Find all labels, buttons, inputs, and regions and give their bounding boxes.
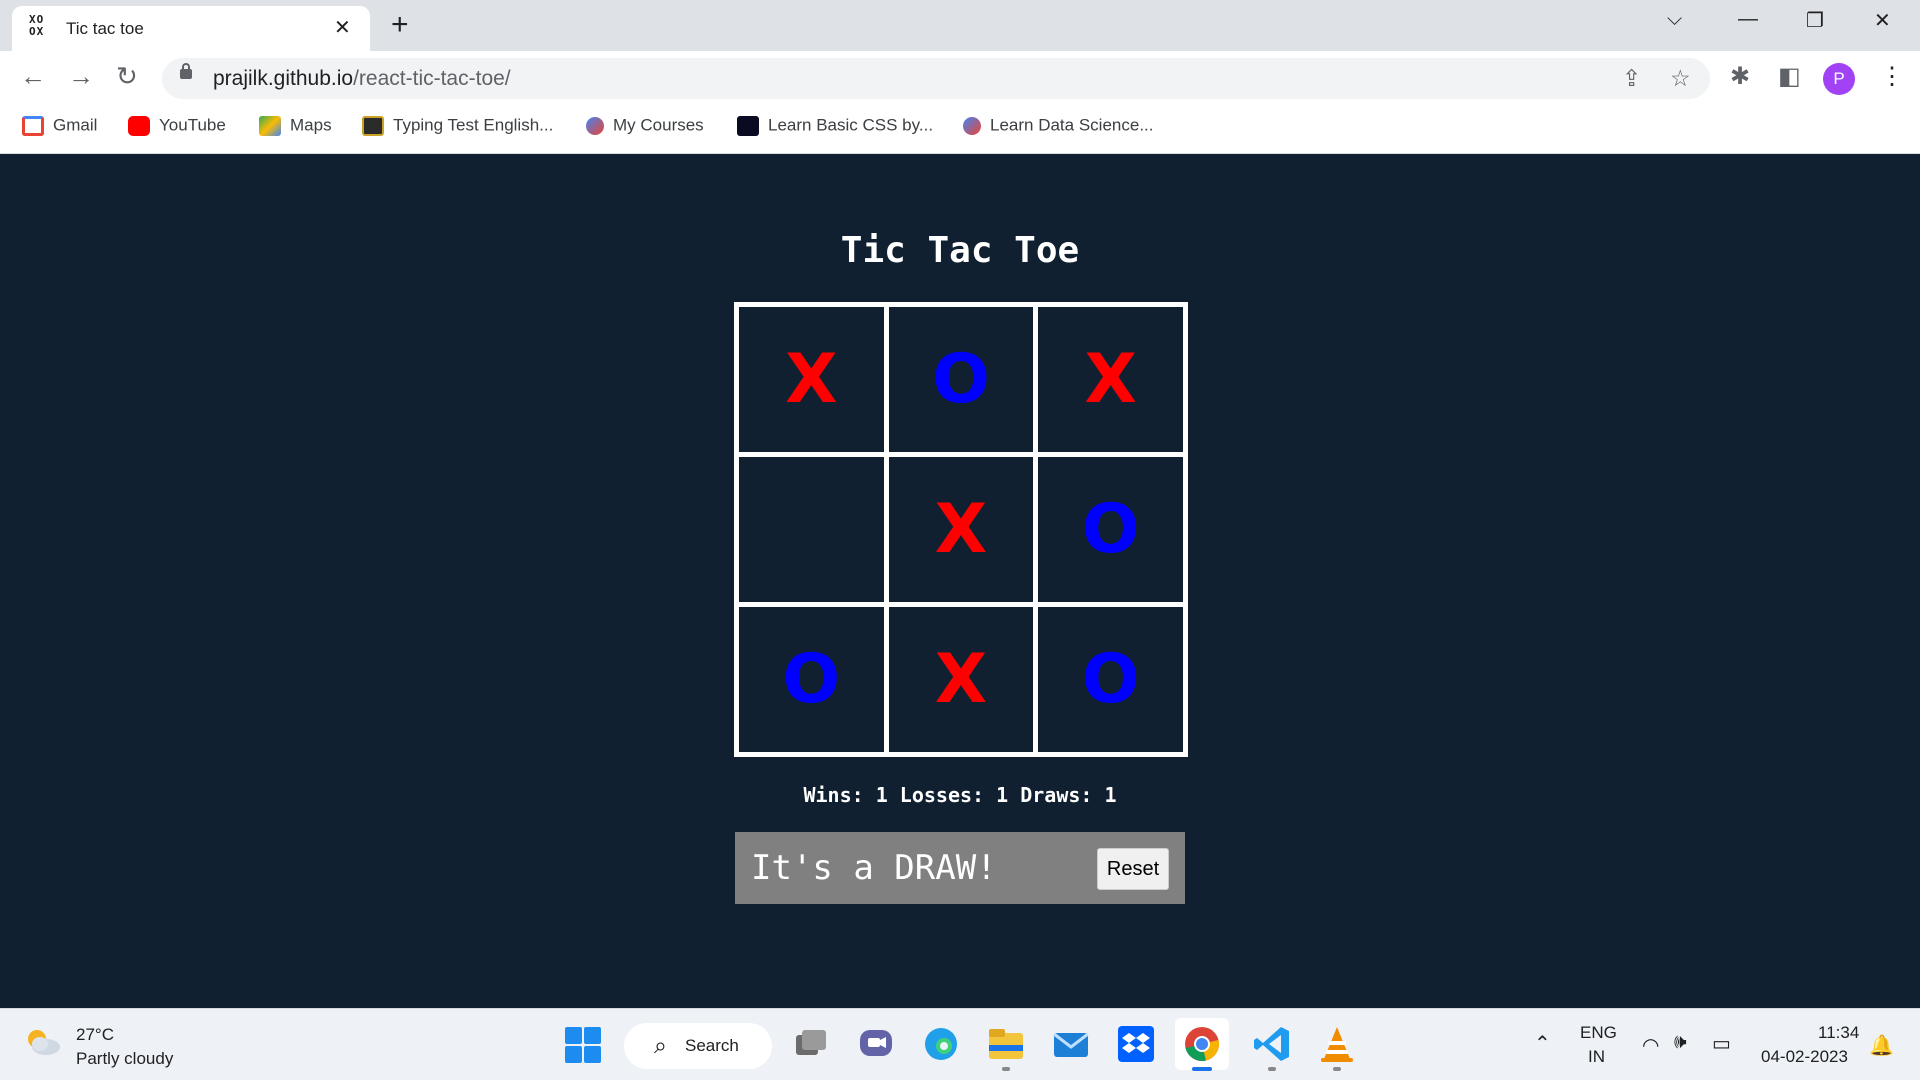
volume-icon[interactable]: 🕪	[1674, 1031, 1687, 1054]
page-title: Tic Tac Toe	[840, 230, 1080, 271]
file-explorer-running-indicator	[1002, 1067, 1010, 1071]
bookmark-my-courses[interactable]: My Courses	[586, 115, 704, 141]
score-text: Wins: 1 Losses: 1 Draws: 1	[803, 783, 1117, 807]
chrome-active-tile[interactable]	[1175, 1018, 1229, 1070]
address-bar[interactable]: prajilk.github.io/react-tic-tac-toe/ ⇪ ☆	[162, 58, 1710, 99]
board-cell-6[interactable]: O	[1038, 457, 1183, 602]
taskbar-search[interactable]: ⌕ Search	[624, 1023, 772, 1069]
board-cell-4[interactable]	[739, 457, 884, 602]
lock-icon[interactable]	[180, 63, 192, 79]
new-tab-button[interactable]: +	[391, 8, 409, 42]
battery-icon[interactable]: ▭	[1712, 1031, 1731, 1056]
mail-icon[interactable]	[1050, 1023, 1092, 1065]
tab-search-chevron-icon[interactable]: ⌵	[1667, 8, 1682, 31]
bookmark-gmail[interactable]: Gmail	[22, 115, 97, 141]
show-hidden-icons-chevron-icon[interactable]: ⌃	[1534, 1031, 1551, 1056]
back-arrow-icon[interactable]: ←	[20, 61, 46, 92]
share-icon[interactable]: ⇪	[1622, 65, 1641, 92]
temperature: 27°C	[76, 1025, 114, 1044]
close-tab-icon[interactable]: ✕	[334, 15, 351, 40]
browser-tab[interactable]: XO OX Tic tac toe ✕	[12, 6, 370, 51]
board-cell-3[interactable]: X	[1038, 307, 1183, 452]
board-cell-1[interactable]: X	[739, 307, 884, 452]
weather-description: Partly cloudy	[76, 1049, 174, 1068]
clock-time[interactable]: 11:34	[1818, 1023, 1859, 1043]
menu-kebab-icon[interactable]: ⋮	[1880, 62, 1904, 91]
search-icon: ⌕	[654, 1032, 667, 1058]
language-line-2[interactable]: IN	[1588, 1047, 1605, 1067]
partly-cloudy-icon	[28, 1030, 60, 1055]
bookmarks-bar: Gmail YouTube Maps Typing Test English..…	[0, 105, 1920, 154]
bookmark-youtube[interactable]: YouTube	[128, 115, 226, 141]
vlc-running-indicator	[1333, 1067, 1341, 1071]
chrome-running-indicator	[1192, 1067, 1212, 1071]
game-board: X O X X O O X O	[734, 302, 1188, 757]
windows-taskbar: 27°C Partly cloudy ⌕ Search ⌃ ENG IN ◠ 🕪…	[0, 1008, 1920, 1080]
file-explorer-icon[interactable]	[985, 1023, 1027, 1065]
side-panel-icon[interactable]: ◧	[1778, 62, 1801, 91]
status-bar: It's a DRAW! Reset	[735, 832, 1185, 904]
edge-browser-icon[interactable]	[920, 1023, 962, 1065]
minimize-icon[interactable]: —	[1738, 8, 1758, 31]
tic-tac-toe-favicon-icon: XO OX	[29, 13, 45, 38]
close-window-icon[interactable]: ✕	[1874, 8, 1891, 33]
notifications-icon[interactable]: 🔔	[1869, 1033, 1894, 1058]
youtube-icon	[128, 115, 150, 136]
gmail-icon	[22, 115, 44, 136]
restore-icon[interactable]: ❐	[1806, 8, 1824, 33]
typing-test-icon	[362, 115, 384, 136]
vlc-icon[interactable]	[1316, 1023, 1358, 1065]
reload-icon[interactable]: ↻	[116, 61, 138, 92]
url-text[interactable]: prajilk.github.io/react-tic-tac-toe/	[213, 67, 511, 91]
vscode-icon[interactable]	[1251, 1023, 1293, 1065]
tab-title: Tic tac toe	[66, 19, 144, 38]
bookmark-star-icon[interactable]: ☆	[1670, 65, 1691, 92]
vscode-running-indicator	[1268, 1067, 1276, 1071]
extensions-icon[interactable]: ✱	[1730, 62, 1750, 91]
language-line-1[interactable]: ENG	[1580, 1023, 1617, 1043]
tab-strip: XO OX Tic tac toe ✕ + ⌵ — ❐ ✕	[0, 0, 1920, 51]
courses-icon	[586, 116, 604, 135]
bookmark-learn-data-science[interactable]: Learn Data Science...	[963, 115, 1153, 141]
browser-toolbar: ← → ↻ prajilk.github.io/react-tic-tac-to…	[0, 51, 1920, 105]
board-cell-2[interactable]: O	[888, 307, 1034, 452]
clock-date[interactable]: 04-02-2023	[1761, 1047, 1848, 1067]
board-cell-7[interactable]: O	[739, 607, 884, 752]
reset-button[interactable]: Reset	[1097, 848, 1169, 890]
bookmark-maps[interactable]: Maps	[259, 115, 332, 141]
wifi-icon[interactable]: ◠	[1642, 1033, 1659, 1058]
page-content: Tic Tac Toe X O X X O O X O Wins: 1 Loss…	[0, 155, 1920, 1008]
task-view-icon[interactable]	[790, 1023, 832, 1065]
courses-icon	[963, 116, 981, 135]
search-label: Search	[685, 1036, 739, 1055]
forward-arrow-icon[interactable]: →	[68, 61, 94, 92]
teams-chat-icon[interactable]	[855, 1023, 897, 1065]
bookmark-typing-test[interactable]: Typing Test English...	[362, 115, 553, 141]
chrome-icon	[1185, 1027, 1219, 1061]
board-cell-5[interactable]: X	[888, 457, 1034, 602]
bookmark-learn-css[interactable]: Learn Basic CSS by...	[737, 115, 933, 141]
profile-avatar[interactable]: P	[1823, 63, 1855, 95]
freecodecamp-icon	[737, 115, 759, 136]
windows-start-icon[interactable]	[563, 1025, 603, 1065]
game-status: It's a DRAW!	[751, 848, 997, 888]
maps-icon	[259, 115, 281, 136]
board-cell-8[interactable]: X	[888, 607, 1034, 752]
dropbox-icon[interactable]	[1115, 1023, 1157, 1065]
board-cell-9[interactable]: O	[1038, 607, 1183, 752]
